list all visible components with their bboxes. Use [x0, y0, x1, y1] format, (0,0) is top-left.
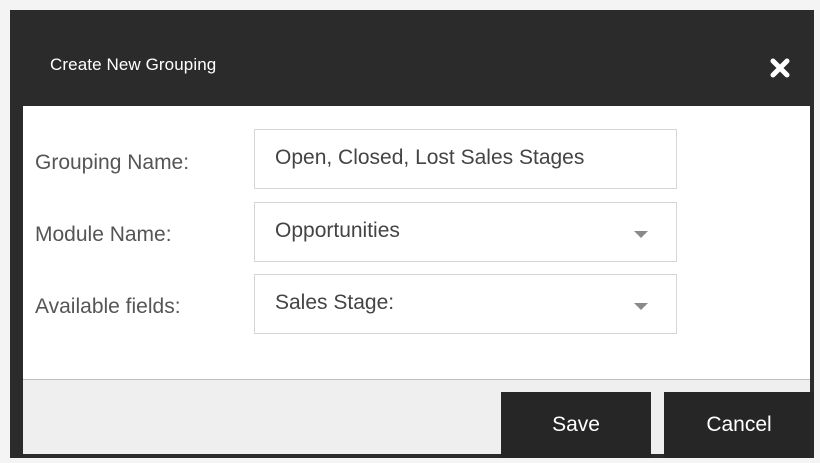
- module-name-select[interactable]: Opportunities: [254, 202, 677, 262]
- cancel-button[interactable]: Cancel: [664, 392, 814, 458]
- dialog-footer: Save Cancel: [23, 379, 814, 458]
- create-grouping-dialog: Create New Grouping Grouping Name: Open,…: [10, 10, 814, 458]
- grouping-name-label: Grouping Name:: [35, 151, 190, 174]
- grouping-name-value: Open, Closed, Lost Sales Stages: [275, 146, 585, 169]
- available-fields-label: Available fields:: [35, 295, 181, 318]
- grouping-name-input[interactable]: Open, Closed, Lost Sales Stages: [254, 129, 677, 189]
- chevron-down-icon: [634, 231, 648, 238]
- dialog-body: Grouping Name: Open, Closed, Lost Sales …: [23, 106, 810, 379]
- close-icon[interactable]: [766, 54, 794, 82]
- module-name-value: Opportunities: [275, 219, 400, 242]
- dialog-header: Create New Grouping: [10, 10, 814, 106]
- chevron-down-icon: [634, 303, 648, 310]
- save-button[interactable]: Save: [501, 392, 651, 458]
- dialog-title: Create New Grouping: [50, 55, 217, 74]
- available-fields-value: Sales Stage:: [275, 291, 395, 314]
- available-fields-select[interactable]: Sales Stage:: [254, 274, 677, 334]
- module-name-label: Module Name:: [35, 223, 172, 246]
